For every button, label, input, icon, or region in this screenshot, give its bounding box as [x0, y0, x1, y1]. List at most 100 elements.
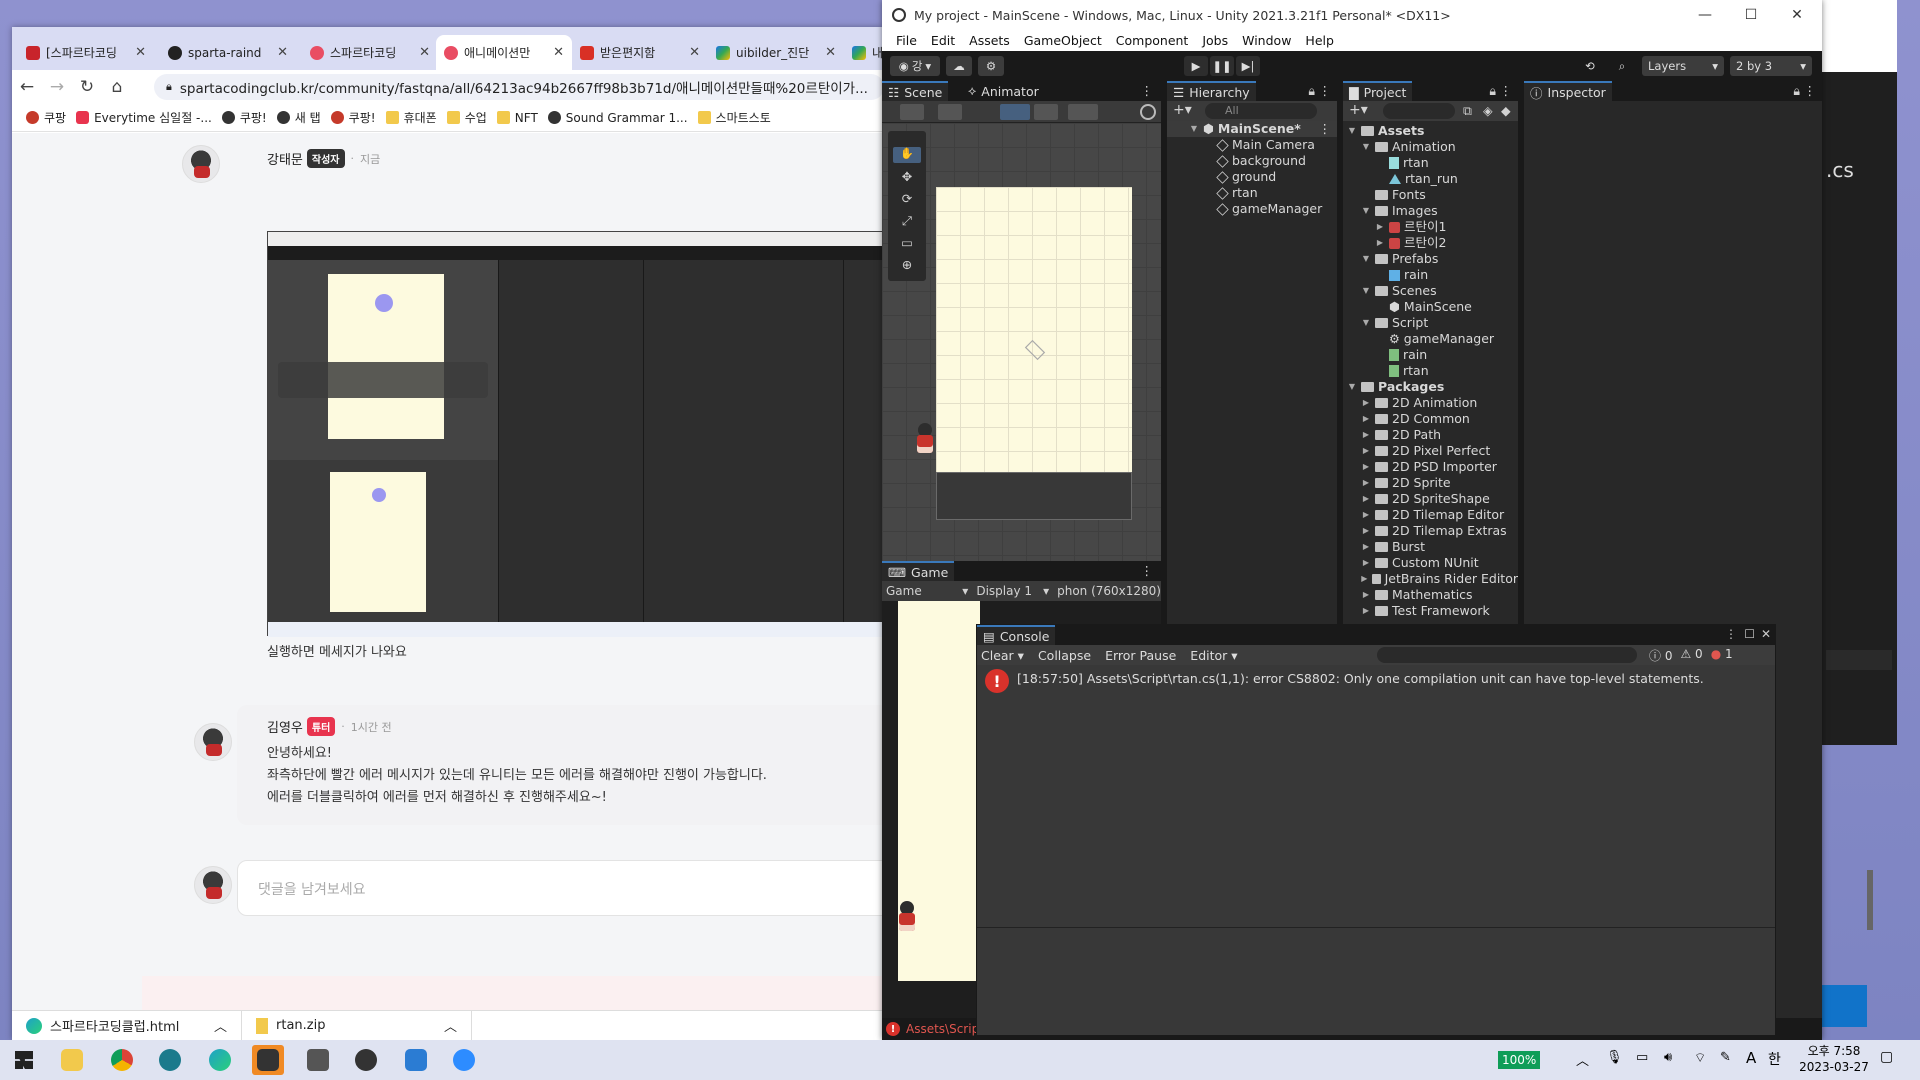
chevron-up-icon[interactable]: ︿ — [214, 1016, 227, 1035]
display-dropdown[interactable]: Display 1 ▾ — [976, 584, 1049, 598]
caret-down-icon[interactable]: ▼ — [1347, 123, 1357, 139]
caret-down-icon[interactable]: ▼ — [1361, 283, 1371, 299]
gizmo-icon[interactable] — [1068, 104, 1098, 120]
browser-tab-0[interactable]: [스파르타코딩 ✕ — [18, 35, 154, 70]
caret-right-icon[interactable]: ▶ — [1361, 411, 1371, 427]
address-bar[interactable]: 🔒︎ spartacodingclub.kr/community/fastqna… — [154, 74, 884, 100]
menu-edit[interactable]: Edit — [931, 33, 955, 48]
caret-down-icon[interactable]: ▼ — [1361, 139, 1371, 155]
caret-right-icon[interactable]: ▶ — [1361, 587, 1371, 603]
search-icon[interactable]: ⌕ — [1610, 56, 1634, 76]
project-tree-item[interactable]: ▶ Custom NUnit — [1343, 555, 1518, 571]
more-options-icon[interactable]: ⋮ — [1319, 83, 1332, 98]
project-tree-item[interactable]: ▶ 2D Animation — [1343, 395, 1518, 411]
vscode-icon[interactable] — [400, 1045, 432, 1075]
tag-icon[interactable]: ◆ — [1501, 103, 1511, 118]
scene-camera-icon[interactable] — [1140, 104, 1156, 120]
project-tree-item[interactable]: ⬢ MainScene — [1343, 299, 1518, 315]
hierarchy-item[interactable]: rtan — [1167, 185, 1337, 201]
caret-right-icon[interactable]: ▶ — [1375, 219, 1385, 235]
unity-hub-icon[interactable] — [302, 1045, 334, 1075]
collab-icon[interactable]: ⚙ — [978, 56, 1004, 76]
project-tree-item[interactable]: ▶ Test Framework — [1343, 603, 1518, 619]
menu-jobs[interactable]: Jobs — [1202, 33, 1228, 48]
browser-tab-1[interactable]: sparta-raind ✕ — [160, 35, 296, 70]
bookmark-folder[interactable]: 수업 — [446, 109, 487, 126]
grid-icon[interactable] — [1034, 104, 1058, 120]
caret-right-icon[interactable]: ▶ — [1361, 555, 1371, 571]
project-tree-item[interactable]: ▶ 르탄이2 — [1343, 235, 1518, 251]
home-icon[interactable]: ⌂ — [102, 77, 132, 97]
layers-dropdown[interactable]: Layers ▾ — [1642, 56, 1724, 76]
project-tree-item[interactable]: ▼ Packages — [1343, 379, 1518, 395]
caret-down-icon[interactable]: ▼ — [1361, 315, 1371, 331]
game-mode-dropdown[interactable]: Game ▾ — [886, 584, 968, 598]
forward-arrow-icon[interactable]: → — [42, 77, 72, 97]
ime-korean-indicator[interactable]: 한 — [1768, 1049, 1781, 1069]
caret-right-icon[interactable]: ▶ — [1361, 603, 1371, 619]
tab-close-icon[interactable]: ✕ — [135, 45, 146, 60]
play-button[interactable]: ▶ — [1184, 56, 1208, 76]
lock-icon[interactable]: 🔒︎ — [1308, 83, 1315, 99]
tab-scene[interactable]: ☷ Scene — [882, 81, 949, 101]
microphone-icon[interactable]: 🎙︎ — [1606, 1050, 1623, 1065]
log-count-toggle[interactable]: ⓘ 0 — [1649, 647, 1672, 664]
tab-close-icon[interactable]: ✕ — [553, 45, 564, 60]
menu-gameobject[interactable]: GameObject — [1024, 33, 1102, 48]
menu-window[interactable]: Window — [1242, 33, 1291, 48]
bookmark-item[interactable]: 쿠팡! — [330, 109, 376, 126]
label-filter-icon[interactable]: ◈ — [1483, 103, 1493, 118]
caret-right-icon[interactable]: ▶ — [1361, 523, 1371, 539]
attached-screenshot-image[interactable] — [267, 231, 882, 637]
chevron-up-icon[interactable]: ︿ — [444, 1016, 457, 1035]
status-error-text[interactable]: Assets\Script — [906, 1022, 984, 1036]
tab-console[interactable]: ▤ Console — [977, 625, 1056, 645]
download-item[interactable]: 스파르타코딩클럽.html ︿ — [12, 1011, 242, 1040]
project-tree-item[interactable]: ▼ Scenes — [1343, 283, 1518, 299]
hierarchy-item[interactable]: ground — [1167, 169, 1337, 185]
project-tree-item[interactable]: ▶ 2D Path — [1343, 427, 1518, 443]
project-tree-item[interactable]: ▼ Images — [1343, 203, 1518, 219]
more-options-icon[interactable]: ⋮ — [1725, 627, 1737, 641]
search-filter-icon[interactable]: ⧉ — [1463, 103, 1472, 119]
transform-tool-icon[interactable]: ⊕ — [893, 257, 921, 273]
minimize-icon[interactable]: — — [1682, 0, 1728, 30]
project-tree-item[interactable]: ▶ 2D Tilemap Editor — [1343, 507, 1518, 523]
add-icon[interactable]: +▾ — [1173, 102, 1192, 118]
project-tree-item[interactable]: ▶ Mathematics — [1343, 587, 1518, 603]
project-tree-item[interactable]: ▶ 2D Tilemap Extras — [1343, 523, 1518, 539]
clear-button[interactable]: Clear ▾ — [981, 648, 1024, 663]
chrome-icon[interactable] — [106, 1045, 138, 1075]
caret-down-icon[interactable]: ▼ — [1361, 203, 1371, 219]
tab-close-icon[interactable]: ✕ — [277, 45, 288, 60]
error-count-toggle[interactable]: ● 1 — [1711, 647, 1733, 664]
bookmark-item[interactable]: 새 탭 — [276, 109, 321, 126]
cloud-icon[interactable]: ☁ — [946, 56, 972, 76]
draw-mode-icon[interactable] — [900, 104, 924, 120]
browser-tab-3[interactable]: 애니메이션만 ✕ — [436, 35, 572, 70]
battery-indicator[interactable]: 100% — [1498, 1051, 1541, 1069]
menu-help[interactable]: Help — [1305, 33, 1334, 48]
tab-hierarchy[interactable]: ☰ Hierarchy — [1167, 81, 1256, 101]
file-explorer-icon[interactable] — [56, 1045, 88, 1075]
close-icon[interactable]: ✕ — [1761, 627, 1771, 641]
bookmark-item[interactable]: Everytime 심일절 -... — [76, 109, 212, 126]
panel-divider[interactable] — [1337, 81, 1343, 624]
caret-right-icon[interactable]: ▶ — [1361, 475, 1371, 491]
scene-ground-sprite[interactable] — [936, 472, 1132, 520]
comment-author[interactable]: 김영우 — [267, 717, 303, 736]
unity-icon[interactable] — [350, 1045, 382, 1075]
tab-project[interactable]: ▇ Project — [1343, 81, 1413, 101]
account-dropdown[interactable]: ◉ 강 ▾ — [890, 56, 940, 76]
hierarchy-item[interactable]: gameManager — [1167, 201, 1337, 217]
reload-icon[interactable]: ↻ — [72, 77, 102, 97]
warning-count-toggle[interactable]: ⚠ 0 — [1680, 647, 1702, 664]
hierarchy-search-input[interactable]: All — [1205, 103, 1317, 119]
chevron-up-icon[interactable]: ︿ — [1576, 1050, 1589, 1069]
menu-component[interactable]: Component — [1116, 33, 1189, 48]
bookmark-folder[interactable]: NFT — [496, 111, 538, 125]
project-tree-item[interactable]: ▶ 2D Common — [1343, 411, 1518, 427]
browser-tab-2[interactable]: 스파르타코딩 ✕ — [302, 35, 438, 70]
maximize-icon[interactable]: ☐ — [1744, 627, 1755, 641]
history-icon[interactable]: ⟲ — [1578, 56, 1602, 76]
